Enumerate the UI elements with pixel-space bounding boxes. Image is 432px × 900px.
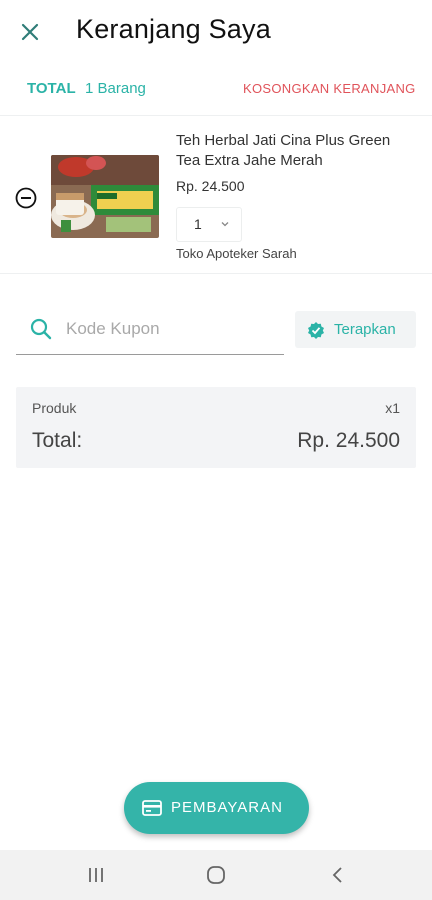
product-name[interactable]: Teh Herbal Jati Cina Plus Green Tea Extr… [176,131,416,171]
product-price: Rp. 24.500 [176,178,245,194]
page-title: Keranjang Saya [76,14,271,44]
chevron-down-icon [221,222,229,227]
back-icon [332,867,342,883]
checkout-label: PEMBAYARAN [171,799,283,816]
quantity-select[interactable]: 1 [176,207,242,242]
back-button[interactable] [324,863,350,887]
clear-cart-button[interactable]: KOSONGKAN KERANJANG [243,81,416,96]
coupon-input[interactable]: Kode Kupon [16,309,284,355]
item-count: 1 Barang [85,80,146,97]
summary-total-label: Total: [32,429,83,452]
recent-apps-button[interactable] [84,863,110,887]
search-icon [30,318,52,340]
divider [0,273,432,274]
minus-circle-icon [15,187,37,209]
checkout-button[interactable]: PEMBAYARAN [124,782,309,834]
store-name: Toko Apoteker Sarah [176,246,297,261]
close-button[interactable] [14,16,46,48]
product-image[interactable] [51,155,159,238]
summary-product-label: Produk [32,400,77,416]
divider [0,115,432,116]
quantity-value: 1 [194,216,202,232]
total-label: TOTAL [27,80,76,97]
system-nav-bar [0,850,432,900]
close-icon [21,23,39,41]
credit-card-icon [142,800,162,816]
home-button[interactable] [203,863,229,887]
verified-check-icon [308,322,324,339]
summary-total-value: Rp. 24.500 [297,429,400,452]
apply-coupon-label: Terapkan [334,321,396,338]
summary-product-qty: x1 [385,400,400,416]
home-icon [207,866,225,884]
recent-apps-icon [89,868,103,882]
apply-coupon-button[interactable]: Terapkan [295,311,416,348]
remove-item-button[interactable] [15,187,37,209]
coupon-placeholder: Kode Kupon [66,319,160,338]
order-summary-card: Produk x1 Total: Rp. 24.500 [16,387,416,468]
